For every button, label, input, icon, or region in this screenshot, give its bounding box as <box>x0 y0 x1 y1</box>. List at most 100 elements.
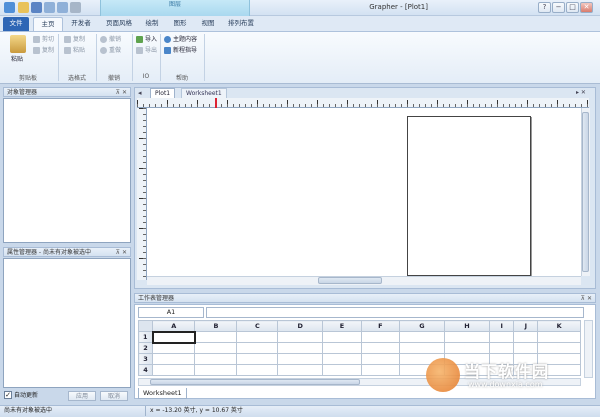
cell[interactable] <box>322 342 362 354</box>
cell[interactable] <box>194 353 238 365</box>
cell[interactable] <box>277 331 324 343</box>
property-manager-panel[interactable] <box>3 258 131 388</box>
column-header[interactable]: D <box>277 320 324 332</box>
cell[interactable] <box>194 342 238 354</box>
selected-cell-a1[interactable] <box>151 330 196 344</box>
worksheet-horizontal-thumb[interactable] <box>150 379 360 385</box>
redo-button[interactable]: 重做 <box>100 46 121 55</box>
worksheet-manager-title: 工作表管理器 <box>138 295 175 302</box>
column-header[interactable]: E <box>322 320 362 332</box>
tab-scroll-left-icon[interactable]: ◂ <box>138 88 142 98</box>
plot-horizontal-thumb[interactable] <box>318 277 382 284</box>
cell[interactable] <box>236 342 279 354</box>
tab-home[interactable]: 主页 <box>33 17 63 31</box>
group-label-help: 帮助 <box>175 75 188 82</box>
cell[interactable] <box>489 342 515 354</box>
pin-icon[interactable]: ⊼ ✕ <box>116 248 127 258</box>
tab-graph[interactable]: 图形 <box>168 17 192 31</box>
cell[interactable] <box>194 364 238 376</box>
cell[interactable] <box>537 331 581 343</box>
cell[interactable] <box>151 364 196 376</box>
apply-button[interactable]: 应用 <box>68 391 96 401</box>
tab-page-style[interactable]: 页面风格 <box>102 17 136 31</box>
cell[interactable] <box>322 364 362 376</box>
cell[interactable] <box>360 342 401 354</box>
cell[interactable] <box>360 364 401 376</box>
tab-draw[interactable]: 绘制 <box>140 17 164 31</box>
pin-icon[interactable]: ⊼ ✕ <box>116 88 127 98</box>
group-label-clipboard: 剪贴板 <box>18 75 37 82</box>
format-copy-icon <box>64 36 71 43</box>
cell[interactable] <box>322 353 362 365</box>
row-header[interactable]: 2 <box>138 342 153 354</box>
cell[interactable] <box>322 331 362 343</box>
cell[interactable] <box>360 353 401 365</box>
cell[interactable] <box>513 342 539 354</box>
column-header[interactable]: H <box>443 320 491 332</box>
cell[interactable] <box>236 331 279 343</box>
column-header[interactable]: J <box>513 320 539 332</box>
paste-format-button[interactable]: 粘贴 <box>64 46 85 55</box>
column-header[interactable]: G <box>399 320 445 332</box>
cancel-button[interactable]: 取消 <box>100 391 128 401</box>
cell[interactable] <box>399 331 445 343</box>
worksheet-vertical-scrollbar[interactable] <box>584 320 593 378</box>
row-header[interactable]: 1 <box>138 331 153 343</box>
cell[interactable] <box>277 342 324 354</box>
close-button[interactable]: ✕ <box>580 2 593 13</box>
doc-window-buttons[interactable]: ▸ ✕ <box>576 88 586 98</box>
row-header[interactable]: 4 <box>138 364 153 376</box>
cell[interactable] <box>443 331 491 343</box>
cell[interactable] <box>151 353 196 365</box>
column-header[interactable]: I <box>489 320 515 332</box>
help-button[interactable]: ? <box>538 2 551 13</box>
doc-tab-worksheet1[interactable]: Worksheet1 <box>181 88 227 98</box>
copy-button[interactable]: 复制 <box>33 46 54 55</box>
paste-button[interactable]: 粘贴 <box>11 55 23 64</box>
cell[interactable] <box>277 353 324 365</box>
column-header[interactable]: A <box>151 320 196 332</box>
object-manager-header: 对象管理器 ⊼ ✕ <box>3 87 131 97</box>
cell[interactable] <box>236 353 279 365</box>
cell[interactable] <box>399 342 445 354</box>
cell[interactable] <box>151 342 196 354</box>
maximize-button[interactable]: □ <box>566 2 579 13</box>
copy-format-button[interactable]: 复制 <box>64 35 85 44</box>
cut-button[interactable]: 剪切 <box>33 35 54 44</box>
sheet-tab-worksheet1[interactable]: Worksheet1 <box>138 388 187 399</box>
plot-page[interactable] <box>407 116 531 276</box>
tab-view[interactable]: 视图 <box>196 17 220 31</box>
import-button[interactable]: 导入 <box>136 35 157 44</box>
column-header[interactable]: C <box>236 320 279 332</box>
grid-corner[interactable] <box>138 320 153 332</box>
doc-tab-plot1[interactable]: Plot1 <box>150 88 176 98</box>
pin-icon[interactable]: ⊼ ✕ <box>581 294 592 304</box>
tab-arrange[interactable]: 排列布置 <box>224 17 258 31</box>
status-selection-text: 尚未有对象被选中 <box>4 407 53 414</box>
export-button[interactable]: 导出 <box>136 46 157 55</box>
cell[interactable] <box>236 364 279 376</box>
auto-update-checkbox[interactable]: ✓ <box>4 391 12 399</box>
column-header[interactable]: K <box>537 320 581 332</box>
minimize-button[interactable]: − <box>552 2 565 13</box>
undo-button[interactable]: 撤销 <box>100 35 121 44</box>
plot-vertical-thumb[interactable] <box>582 112 589 272</box>
cell[interactable] <box>489 331 515 343</box>
column-header[interactable]: B <box>194 320 238 332</box>
column-header[interactable]: F <box>360 320 401 332</box>
cell[interactable] <box>277 364 324 376</box>
cell[interactable] <box>537 342 581 354</box>
cell[interactable] <box>194 331 238 343</box>
object-manager-panel[interactable] <box>3 98 131 243</box>
row-header[interactable]: 3 <box>138 353 153 365</box>
cell[interactable] <box>443 342 491 354</box>
cell-reference-box[interactable]: A1 <box>138 307 204 318</box>
cell-content-bar[interactable] <box>206 307 584 318</box>
tab-developer[interactable]: 开发者 <box>67 17 95 31</box>
cell[interactable] <box>513 331 539 343</box>
help-topics-button[interactable]: 主题内容 <box>164 35 197 44</box>
cell[interactable] <box>360 331 401 343</box>
tutorial-button[interactable]: 新程指导 <box>164 46 197 55</box>
paste-icon[interactable] <box>10 35 26 53</box>
tab-file[interactable]: 文件 <box>3 17 29 31</box>
